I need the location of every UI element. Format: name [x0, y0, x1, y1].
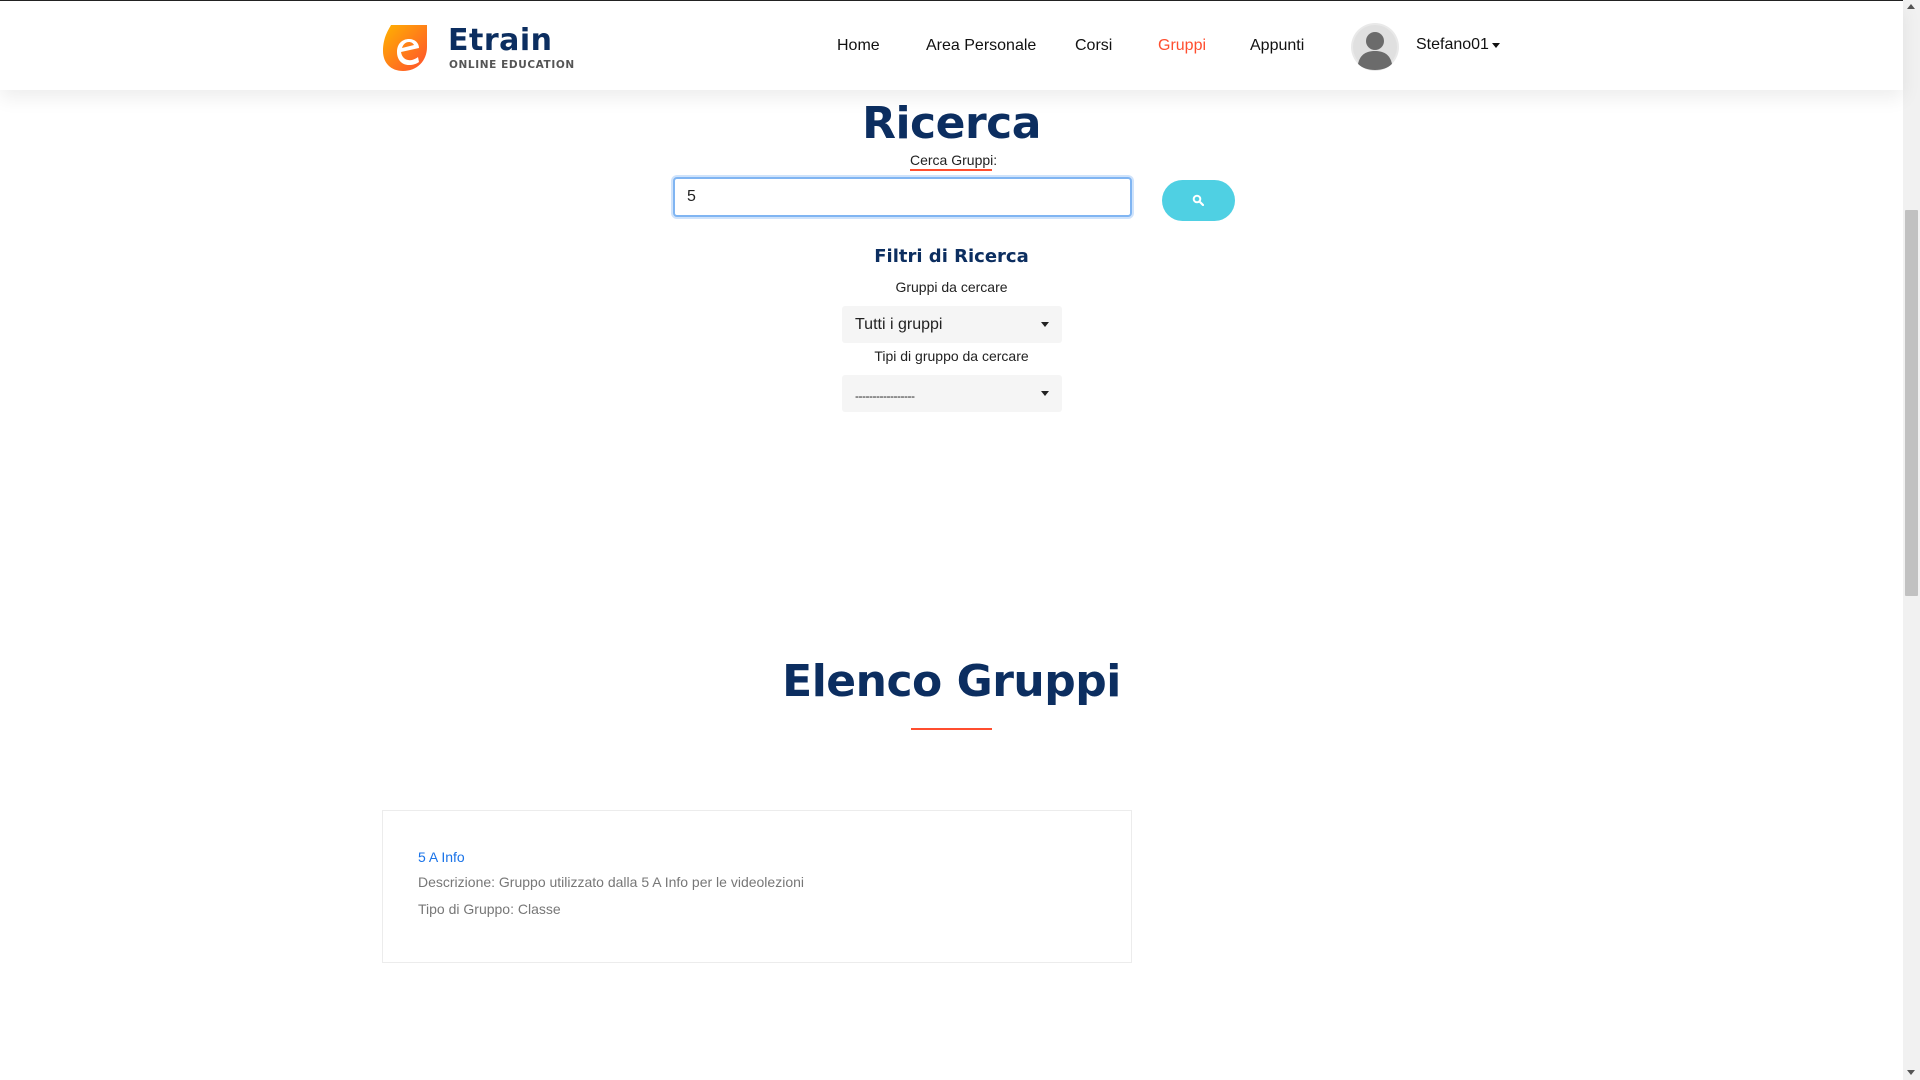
nav-appunti[interactable]: Appunti — [1250, 36, 1304, 56]
chevron-down-icon — [1492, 43, 1500, 48]
search-input[interactable] — [673, 177, 1132, 217]
nav-corsi[interactable]: Corsi — [1075, 36, 1112, 56]
chevron-down-icon — [1041, 391, 1049, 396]
user-avatar-icon — [1353, 25, 1397, 70]
scroll-up-icon[interactable] — [1907, 4, 1915, 9]
search-title: Ricerca — [862, 98, 1041, 149]
search-label-underline — [910, 169, 992, 171]
groups-select[interactable]: Tutti i gruppi — [842, 306, 1062, 343]
types-filter-label: Tipi di gruppo da cercare — [874, 348, 1029, 364]
types-select[interactable]: ----------------- — [842, 375, 1062, 412]
search-icon — [1192, 194, 1204, 206]
scroll-down-icon[interactable] — [1907, 1070, 1915, 1075]
main-nav: Home Area Personale Corsi Gruppi Appunti — [0, 36, 1903, 56]
groups-filter-label: Gruppi da cercare — [895, 279, 1008, 295]
avatar — [1351, 23, 1399, 71]
chevron-down-icon — [1041, 322, 1049, 327]
username: Stefano01 — [1416, 36, 1489, 53]
filters-title: Filtri di Ricerca — [874, 246, 1029, 267]
group-description: Descrizione: Gruppo utilizzato dalla 5 A… — [418, 874, 804, 890]
list-title-underline — [911, 728, 992, 730]
page: Etrain ONLINE EDUCATION Home Area Person… — [0, 0, 1920, 1080]
user-menu[interactable]: Stefano01 — [1351, 23, 1511, 71]
search-button[interactable] — [1162, 180, 1235, 221]
top-border — [0, 0, 1903, 1]
group-type: Tipo di Gruppo: Classe — [418, 901, 561, 917]
group-name-link[interactable]: 5 A Info — [418, 848, 465, 866]
list-title: Elenco Gruppi — [782, 656, 1121, 707]
vertical-scrollbar[interactable] — [1903, 0, 1920, 1080]
nav-area-personale[interactable]: Area Personale — [926, 36, 1036, 56]
nav-gruppi[interactable]: Gruppi — [1158, 36, 1206, 56]
nav-home[interactable]: Home — [837, 36, 880, 56]
site-header: Etrain ONLINE EDUCATION Home Area Person… — [0, 1, 1903, 90]
group-card: 5 A Info Descrizione: Gruppo utilizzato … — [382, 810, 1132, 963]
search-label: Cerca Gruppi: — [910, 152, 998, 168]
logo-subtitle: ONLINE EDUCATION — [449, 59, 575, 71]
groups-select-value: Tutti i gruppi — [855, 316, 943, 333]
types-select-value: ----------------- — [855, 389, 915, 403]
scrollbar-thumb[interactable] — [1905, 210, 1918, 596]
